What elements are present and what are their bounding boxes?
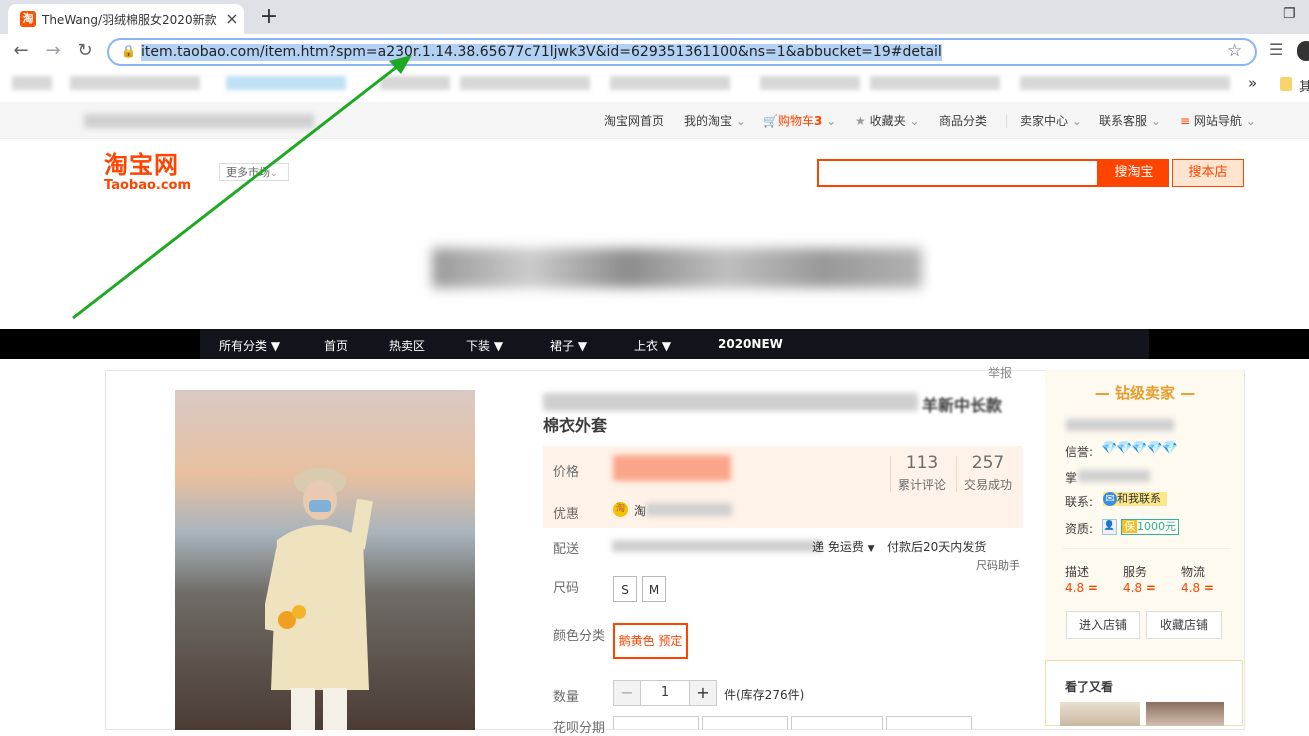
annotation-arrow-icon: [72, 55, 412, 320]
